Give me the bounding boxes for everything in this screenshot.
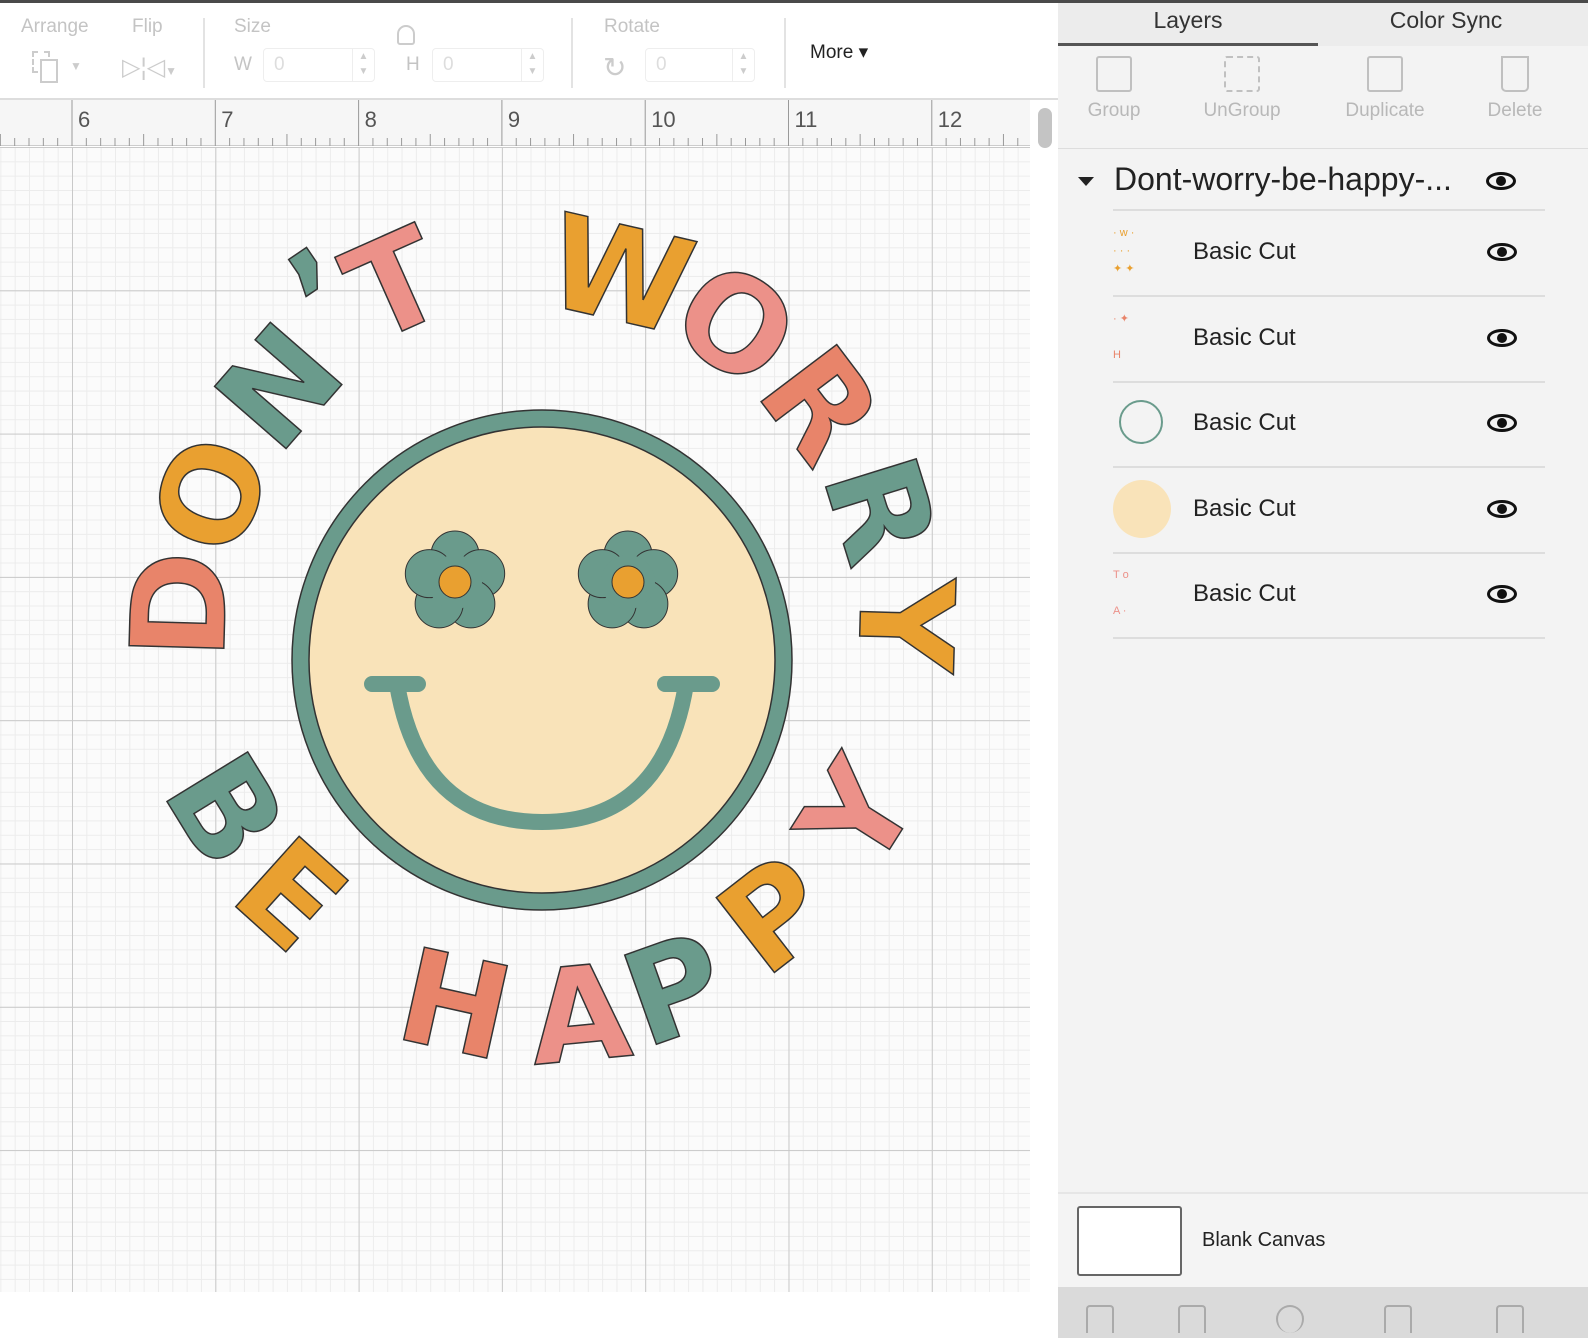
rotate-value: 0: [656, 54, 667, 75]
vertical-scrollbar-track[interactable]: [1030, 100, 1058, 1338]
flip-label: Flip: [132, 16, 163, 37]
trash-icon: [1501, 56, 1529, 92]
design-letter: Y: [828, 574, 983, 676]
delete-label: Delete: [1487, 100, 1543, 121]
layer-thumbnail: T o A ·: [1113, 569, 1129, 617]
layers-panel: Layers Color Sync Group UnGroup Duplicat…: [1058, 3, 1588, 1338]
vertical-scrollbar-thumb[interactable]: [1038, 108, 1052, 148]
width-value: 0: [274, 54, 285, 75]
flip-button[interactable]: ▷¦◁▼: [122, 53, 178, 85]
width-stepper[interactable]: ▲ ▼: [352, 49, 374, 81]
height-input[interactable]: 0 ▲ ▼: [432, 48, 544, 82]
group-label: Group: [1087, 100, 1141, 121]
combine-icon[interactable]: [1178, 1305, 1206, 1333]
eye-icon[interactable]: [1487, 499, 1517, 518]
design-letter: D: [103, 549, 258, 661]
collapse-triangle-icon[interactable]: [1078, 177, 1094, 186]
ruler-label: 11: [795, 107, 818, 132]
height-stepper[interactable]: ▲ ▼: [521, 49, 543, 81]
panel-tabs: Layers Color Sync: [1058, 3, 1588, 46]
contour-icon[interactable]: [1496, 1305, 1524, 1333]
tab-color-sync[interactable]: Color Sync: [1316, 7, 1576, 34]
layer-name: Basic Cut: [1193, 409, 1296, 436]
divider: [784, 18, 786, 88]
flip-icon: ▷¦◁: [122, 54, 166, 81]
design-letter: H: [385, 919, 524, 1091]
more-dropdown[interactable]: More ▾: [810, 41, 868, 64]
delete-button[interactable]: Delete: [1455, 56, 1575, 122]
rotate-icon: ↻: [603, 52, 627, 83]
ruler-label: 8: [365, 107, 377, 132]
height-value: 0: [443, 54, 454, 75]
group-title: Dont-worry-be-happy-...: [1114, 161, 1452, 197]
blank-canvas-row[interactable]: Blank Canvas: [1058, 1192, 1588, 1287]
layer-item[interactable]: Basic Cut: [1113, 468, 1545, 554]
layer-thumbnail: · w · · · · ✦ ✦: [1113, 227, 1135, 275]
layer-name: Basic Cut: [1193, 580, 1296, 607]
ruler-label: 6: [78, 107, 90, 132]
group-icon: [1096, 56, 1132, 92]
ruler-ticks: 6 7 8 9 10 11 12: [0, 100, 1019, 146]
ruler-label: 12: [938, 107, 962, 132]
ungroup-icon: [1224, 56, 1260, 92]
design-canvas[interactable]: D O N’ T W O R R Y B E H A P P Y: [0, 147, 1030, 1292]
layer-thumbnail: [1113, 479, 1173, 540]
duplicate-icon: [1367, 56, 1403, 92]
layer-name: Basic Cut: [1193, 238, 1296, 265]
arrange-button[interactable]: ▼: [32, 51, 82, 85]
ungroup-label: UnGroup: [1203, 100, 1281, 121]
arrange-label: Arrange: [21, 16, 89, 37]
flower-eye-pupil: [438, 565, 472, 599]
divider: [203, 18, 205, 88]
lock-icon[interactable]: [397, 25, 415, 45]
divider: [571, 18, 573, 88]
ungroup-button[interactable]: UnGroup: [1182, 56, 1302, 122]
tab-layers[interactable]: Layers: [1058, 7, 1318, 46]
eye-icon[interactable]: [1487, 414, 1517, 432]
design-artwork[interactable]: DON’T WORRYBEHAPPY: [0, 147, 1030, 1292]
chevron-down-icon: ▼: [165, 64, 178, 78]
layer-item[interactable]: · ✦ H Basic Cut: [1113, 297, 1545, 383]
width-input[interactable]: 0 ▲ ▼: [263, 48, 375, 82]
group-button[interactable]: Group: [1054, 56, 1174, 122]
layer-actions: Group UnGroup Duplicate Delete: [1058, 46, 1588, 149]
layer-thumbnail: [1113, 394, 1173, 454]
ruler-label: 7: [221, 107, 233, 132]
ruler-label: 10: [651, 107, 675, 132]
layer-name: Basic Cut: [1193, 323, 1296, 351]
duplicate-label: Duplicate: [1345, 100, 1425, 121]
layer-item[interactable]: T o A · Basic Cut: [1113, 553, 1545, 639]
layer-name: Basic Cut: [1193, 494, 1296, 522]
blank-canvas-swatch[interactable]: [1077, 1206, 1182, 1276]
height-label: H: [406, 54, 420, 75]
eye-icon[interactable]: [1486, 172, 1516, 190]
rotate-label: Rotate: [604, 16, 660, 37]
horizontal-ruler: 6 7 8 9 10 11 12: [0, 100, 1030, 146]
width-label: W: [234, 54, 252, 75]
slice-icon[interactable]: [1086, 1305, 1114, 1333]
edit-toolbar: Arrange Flip ▼ ▷¦◁▼ Size W 0 ▲ ▼ H 0 ▲ ▼ Rot…: [0, 3, 1058, 100]
layer-item[interactable]: Basic Cut: [1113, 382, 1545, 468]
attach-icon[interactable]: [1276, 1305, 1304, 1333]
eye-icon[interactable]: [1487, 585, 1517, 603]
blank-canvas-label: Blank Canvas: [1202, 1229, 1326, 1251]
eye-icon[interactable]: [1487, 243, 1517, 261]
layer-item[interactable]: · w · · · · ✦ ✦ Basic Cut: [1113, 211, 1545, 297]
rotate-input[interactable]: 0 ▲ ▼: [645, 48, 755, 82]
arrange-icon-front: [40, 59, 58, 83]
layer-thumbnail: · ✦ H: [1113, 312, 1129, 361]
flower-eye-pupil: [611, 565, 645, 599]
ruler-label: 9: [508, 107, 520, 132]
panel-footer-toolbar: [1058, 1287, 1588, 1338]
flatten-icon[interactable]: [1384, 1305, 1412, 1333]
duplicate-button[interactable]: Duplicate: [1325, 56, 1445, 122]
chevron-down-icon: ▼: [70, 59, 82, 73]
size-label: Size: [234, 16, 271, 37]
rotate-stepper[interactable]: ▲ ▼: [732, 49, 754, 81]
eye-icon[interactable]: [1487, 328, 1517, 347]
